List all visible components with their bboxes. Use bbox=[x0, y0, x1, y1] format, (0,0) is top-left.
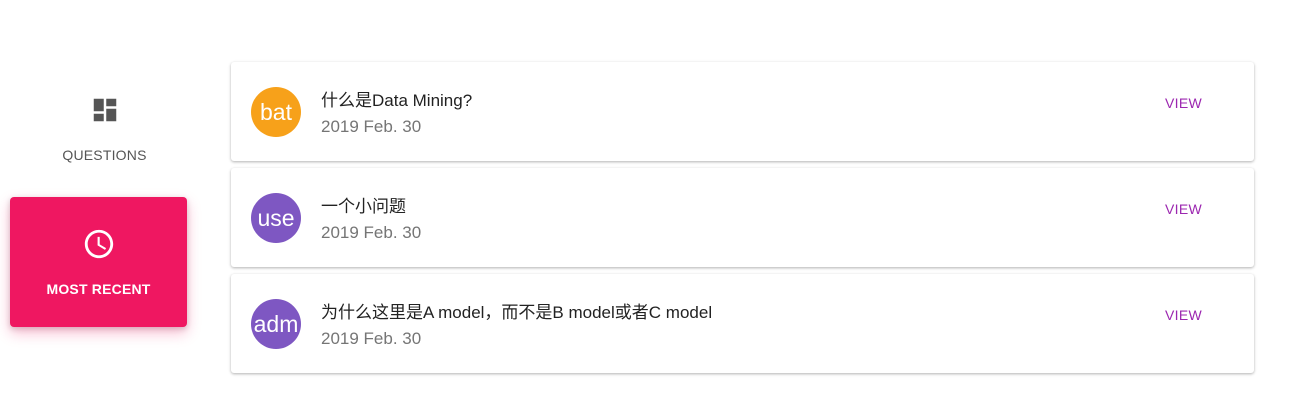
nav-item-label: QUESTIONS bbox=[62, 147, 147, 163]
nav-item-label: MOST RECENT bbox=[46, 281, 151, 297]
view-button[interactable]: VIEW bbox=[1161, 199, 1206, 219]
question-card[interactable]: use 一个小问题 2019 Feb. 30 VIEW bbox=[231, 168, 1254, 267]
question-title: 一个小问题 bbox=[321, 197, 406, 216]
dashboard-icon bbox=[88, 93, 122, 127]
avatar: adm bbox=[251, 299, 301, 349]
avatar: bat bbox=[251, 87, 301, 137]
view-button[interactable]: VIEW bbox=[1161, 93, 1206, 113]
clock-icon bbox=[82, 227, 116, 261]
nav-item-most-recent[interactable]: MOST RECENT bbox=[10, 197, 187, 327]
avatar: use bbox=[251, 193, 301, 243]
question-card[interactable]: adm 为什么这里是A model，而不是B model或者C model 20… bbox=[231, 274, 1254, 373]
question-date: 2019 Feb. 30 bbox=[321, 117, 422, 136]
nav-item-questions[interactable]: QUESTIONS bbox=[10, 72, 199, 184]
question-title: 为什么这里是A model，而不是B model或者C model bbox=[321, 303, 713, 322]
question-card[interactable]: bat 什么是Data Mining? 2019 Feb. 30 VIEW bbox=[231, 62, 1254, 161]
question-date: 2019 Feb. 30 bbox=[321, 223, 422, 242]
page: QUESTIONS MOST RECENT bat 什么是Data Mining… bbox=[0, 0, 1291, 416]
question-date: 2019 Feb. 30 bbox=[321, 329, 422, 348]
question-title: 什么是Data Mining? bbox=[321, 91, 473, 110]
view-button[interactable]: VIEW bbox=[1161, 305, 1206, 325]
